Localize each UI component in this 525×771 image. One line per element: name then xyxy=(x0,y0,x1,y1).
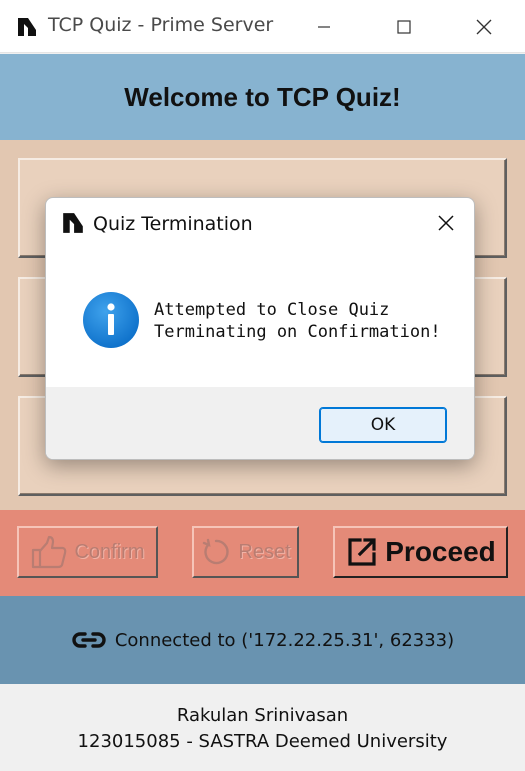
welcome-title: Welcome to TCP Quiz! xyxy=(124,81,401,112)
close-icon xyxy=(438,215,454,231)
ok-button[interactable]: OK xyxy=(319,407,447,443)
proceed-button[interactable]: Proceed xyxy=(333,526,508,578)
dialog-title: Quiz Termination xyxy=(93,213,253,235)
dialog-button-area: OK xyxy=(46,387,474,459)
dialog-message: Attempted to Close Quiz Terminating on C… xyxy=(154,299,441,343)
maximize-button[interactable] xyxy=(374,0,434,53)
proceed-label: Proceed xyxy=(385,536,496,567)
confirm-button[interactable]: Confirm xyxy=(17,526,158,578)
author-name: Rakulan Srinivasan xyxy=(176,705,349,726)
welcome-header: Welcome to TCP Quiz! xyxy=(0,54,525,140)
window-title: TCP Quiz - Prime Server xyxy=(48,14,274,36)
reset-label: Reset xyxy=(238,540,291,563)
dialog-message-line-1: Attempted to Close Quiz xyxy=(154,300,390,320)
minimize-icon xyxy=(318,25,330,28)
quiz-termination-dialog: Quiz Termination Attempted to Close Quiz… xyxy=(45,197,475,460)
close-icon xyxy=(476,19,492,34)
confirm-label: Confirm xyxy=(74,540,145,563)
dialog-message-line-2: Terminating on Confirmation! xyxy=(154,322,441,342)
reset-icon xyxy=(203,538,229,565)
maximize-icon xyxy=(397,19,411,34)
minimize-button[interactable] xyxy=(294,0,354,53)
connection-status-bar: Connected to ('172.22.25.31', 62333) xyxy=(0,596,525,684)
app-logo-icon xyxy=(63,213,83,233)
link-icon xyxy=(72,632,106,648)
reset-button[interactable]: Reset xyxy=(192,526,299,578)
close-window-button[interactable] xyxy=(454,0,514,53)
author-affiliation: 123015085 - SASTRA Deemed University xyxy=(77,731,448,752)
dialog-close-button[interactable] xyxy=(418,198,474,248)
connection-status-text: Connected to ('172.22.25.31', 62333) xyxy=(114,629,455,651)
thumbs-up-icon xyxy=(32,535,67,569)
app-logo-icon xyxy=(18,18,36,36)
external-link-icon xyxy=(348,538,376,566)
info-icon xyxy=(83,292,139,348)
action-bar: Confirm Reset Proceed xyxy=(0,510,525,596)
window-titlebar: TCP Quiz - Prime Server xyxy=(0,0,525,53)
footer-credits: Rakulan Srinivasan 123015085 - SASTRA De… xyxy=(0,684,525,771)
